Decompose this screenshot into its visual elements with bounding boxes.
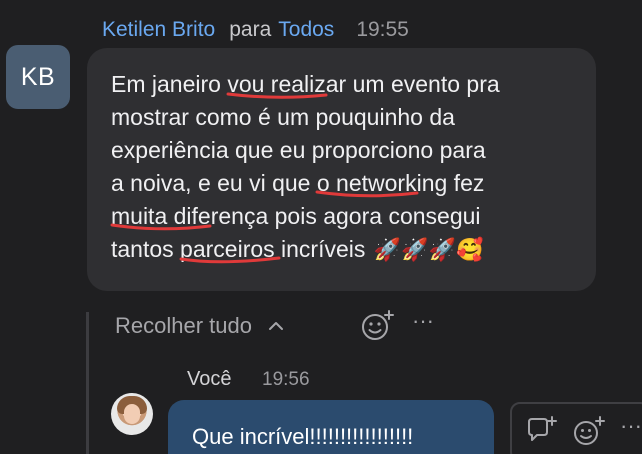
reply-bubble: Que incrível!!!!!!!!!!!!!!!!! (168, 400, 494, 454)
message-header: Ketilen Brito para Todos 19:55 (102, 18, 409, 48)
to-label: para (229, 18, 272, 41)
message-text: Em janeiro vou realizar um evento pra mo… (111, 68, 586, 267)
recipient-name[interactable]: Todos (278, 18, 334, 42)
highlighted-phrase: muita diferença (111, 203, 268, 229)
collapse-label: Recolher tudo (115, 313, 252, 338)
message-line: Em janeiro vou realizar um evento pra (111, 68, 586, 101)
message-time: 19:55 (356, 18, 409, 41)
reply-in-thread-icon[interactable] (524, 414, 558, 448)
avatar[interactable]: KB (6, 45, 70, 109)
red-underline (111, 221, 211, 233)
highlighted-phrase: o networking fez (317, 170, 484, 196)
red-underline (227, 89, 327, 101)
highlighted-phrase: parceiros incríveis (180, 236, 365, 262)
more-options-icon[interactable]: ··· (620, 414, 642, 448)
message-line: tantos parceiros incríveis 🚀🚀🚀🥰 (111, 233, 586, 267)
add-reaction-icon[interactable] (360, 308, 396, 342)
text-run: a noiva, e eu vi que (111, 170, 317, 196)
reply-time: 19:56 (262, 369, 310, 390)
text-run: pra (460, 71, 500, 97)
message-line: muita diferença pois agora consegui (111, 200, 586, 233)
emoji-group: 🚀🚀🚀🥰 (373, 238, 484, 263)
message-bubble: Em janeiro vou realizar um evento pra mo… (87, 48, 596, 291)
reply-text: Que incrível!!!!!!!!!!!!!!!!! (192, 424, 414, 449)
add-reaction-icon[interactable] (572, 414, 606, 448)
avatar-initials: KB (20, 62, 56, 91)
text-run: tantos (111, 236, 181, 262)
chevron-up-icon (268, 322, 283, 330)
highlighted-phrase: vou realizar um evento (227, 71, 460, 97)
message-line: mostrar como é um pouquinho da (111, 104, 455, 130)
message-line: experiência que eu proporciono para (111, 137, 486, 163)
text-run: pois agora consegui (268, 203, 481, 229)
collapse-thread-button[interactable]: Recolher tudo (115, 310, 286, 342)
avatar-face (124, 404, 140, 424)
reply-sender: Você (187, 368, 232, 390)
thread-rule (86, 312, 89, 454)
message-line: a noiva, e eu vi que o networking fez (111, 167, 586, 200)
chat-view: Ketilen Brito para Todos 19:55 KB Em jan… (0, 0, 642, 454)
more-options-icon[interactable]: ··· (410, 310, 436, 337)
reply-avatar[interactable] (111, 393, 153, 435)
red-underline (317, 188, 417, 200)
text-run (365, 236, 371, 262)
sender-name[interactable]: Ketilen Brito (102, 18, 215, 42)
text-run: Em janeiro (111, 71, 228, 97)
red-underline (180, 254, 280, 266)
